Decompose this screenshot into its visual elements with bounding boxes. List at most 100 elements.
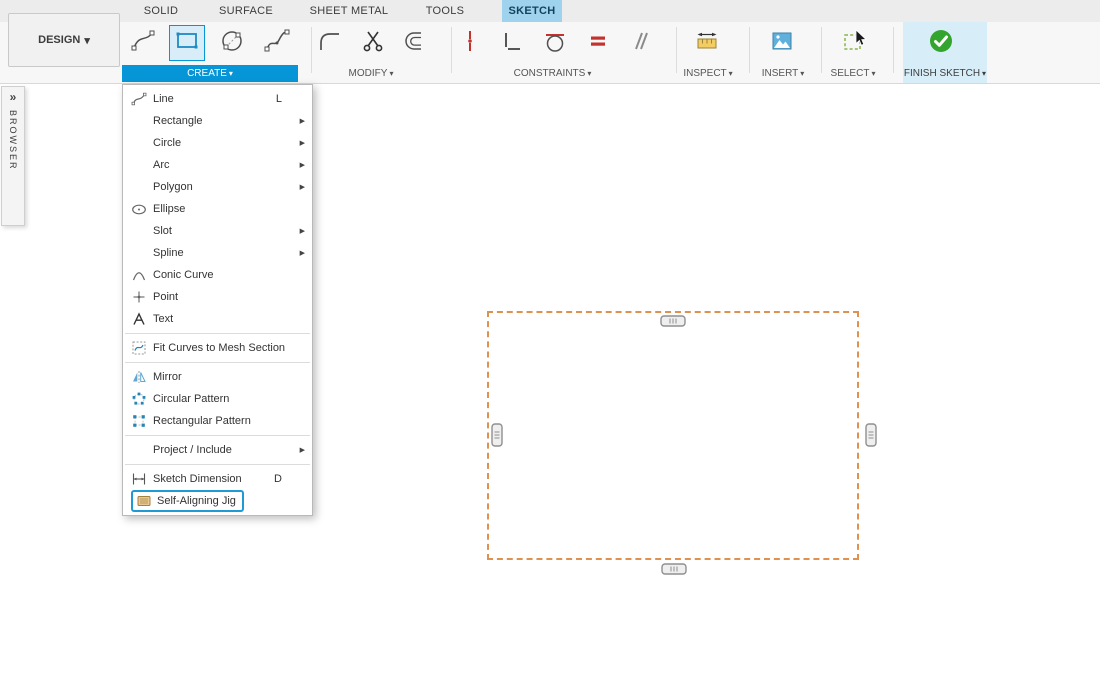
- finish-sketch-dropdown[interactable]: FINISH SKETCH▾: [899, 65, 991, 82]
- expand-panel-icon[interactable]: »: [10, 90, 17, 104]
- text-icon: [130, 311, 148, 327]
- menu-item-rectangle[interactable]: Rectangle ▶: [123, 110, 312, 132]
- tangent-constraint-button[interactable]: [537, 25, 573, 61]
- menu-item-arc[interactable]: Arc ▶: [123, 154, 312, 176]
- menu-item-project-include[interactable]: Project / Include ▶: [123, 439, 312, 461]
- tab-tools[interactable]: TOOLS: [412, 0, 478, 22]
- finish-sketch-button[interactable]: [923, 25, 959, 61]
- offset-tool-button[interactable]: [398, 25, 434, 61]
- circle-tool-button[interactable]: [214, 25, 250, 61]
- select-dropdown[interactable]: SELECT▾: [818, 65, 888, 82]
- image-icon: [769, 28, 795, 59]
- workspace-tabbar: SOLID SURFACE SHEET METAL TOOLS SKETCH: [0, 0, 1100, 22]
- caret-down-icon: ▾: [800, 69, 804, 78]
- insert-canvas-button[interactable]: [764, 25, 800, 61]
- jig-handle-left[interactable]: [491, 423, 503, 447]
- menu-item-ellipse[interactable]: Ellipse: [123, 198, 312, 220]
- menu-item-text[interactable]: Text: [123, 308, 312, 330]
- coincident-constraint-button[interactable]: [452, 25, 488, 61]
- jig-handle-bottom[interactable]: [661, 563, 687, 575]
- menu-item-conic-curve[interactable]: Conic Curve: [123, 264, 312, 286]
- submenu-arrow-icon: ▶: [300, 161, 305, 169]
- menu-item-line[interactable]: Line L: [123, 88, 312, 110]
- insert-label: INSERT: [762, 68, 799, 79]
- parallel-constraint-button[interactable]: [622, 25, 658, 61]
- create-dropdown[interactable]: CREATE▾: [122, 65, 298, 82]
- menu-item-label: Arc: [153, 159, 170, 171]
- line-icon: [130, 91, 148, 107]
- constraints-dropdown[interactable]: CONSTRAINTS▾: [470, 65, 635, 82]
- browser-panel-collapsed[interactable]: » BROWSER: [1, 86, 25, 226]
- design-workspace-button[interactable]: DESIGN ▾: [8, 13, 120, 67]
- horizontal-vertical-constraint-button[interactable]: [494, 25, 530, 61]
- equal-icon: [585, 28, 611, 59]
- sketch-selection-rectangle[interactable]: [487, 311, 859, 560]
- tab-solid[interactable]: SOLID: [130, 0, 192, 22]
- select-label: SELECT: [831, 68, 870, 79]
- menu-item-label: Spline: [153, 247, 184, 259]
- create-label: CREATE: [187, 68, 227, 79]
- finish-sketch-label: FINISH SKETCH: [904, 68, 980, 79]
- menu-item-self-aligning-jig[interactable]: Self-Aligning Jig: [123, 490, 312, 512]
- caret-down-icon: ▾: [729, 69, 733, 78]
- menu-item-fit-curves-to-mesh-section[interactable]: Fit Curves to Mesh Section: [123, 337, 312, 359]
- shortcut-label: L: [276, 93, 282, 105]
- empty-icon-space: [130, 223, 148, 239]
- menu-item-label: Circle: [153, 137, 181, 149]
- modify-label: MODIFY: [349, 68, 388, 79]
- modify-dropdown[interactable]: MODIFY▾: [316, 65, 426, 82]
- measure-tool-button[interactable]: [689, 25, 725, 61]
- menu-item-label: Point: [153, 291, 178, 303]
- menu-item-circular-pattern[interactable]: Circular Pattern: [123, 388, 312, 410]
- menu-item-label: Rectangle: [153, 115, 203, 127]
- browser-label: BROWSER: [8, 110, 18, 171]
- caret-down-icon: ▾: [871, 69, 875, 78]
- menu-item-spline[interactable]: Spline ▶: [123, 242, 312, 264]
- menu-item-polygon[interactable]: Polygon ▶: [123, 176, 312, 198]
- parallel-icon: [627, 28, 653, 59]
- tab-surface[interactable]: SURFACE: [208, 0, 284, 22]
- fillet-icon: [317, 28, 343, 59]
- menu-item-label: Project / Include: [153, 444, 232, 456]
- menu-item-label: Sketch Dimension: [153, 473, 242, 485]
- menu-separator: [125, 435, 310, 436]
- menu-separator: [125, 464, 310, 465]
- selected-item-highlight: Self-Aligning Jig: [131, 490, 244, 512]
- menu-item-label: Self-Aligning Jig: [157, 495, 236, 507]
- menu-item-circle[interactable]: Circle ▶: [123, 132, 312, 154]
- design-label: DESIGN: [38, 34, 80, 46]
- circle-tool-icon: [219, 28, 245, 59]
- horizontal-vertical-icon: [499, 28, 525, 59]
- empty-icon-space: [130, 442, 148, 458]
- scissors-icon: [361, 28, 387, 59]
- fit-curves-icon: [130, 340, 148, 356]
- inspect-dropdown[interactable]: INSPECT▾: [672, 65, 744, 82]
- tab-sheet-metal[interactable]: SHEET METAL: [296, 0, 402, 22]
- jig-handle-right[interactable]: [865, 423, 877, 447]
- select-tool-button[interactable]: [837, 25, 873, 61]
- tab-sketch[interactable]: SKETCH: [502, 0, 562, 22]
- line-tool-button[interactable]: [125, 25, 161, 61]
- menu-item-label: Polygon: [153, 181, 193, 193]
- menu-item-sketch-dimension[interactable]: Sketch Dimension D: [123, 468, 312, 490]
- jig-handle-top[interactable]: [660, 315, 686, 327]
- menu-item-mirror[interactable]: Mirror: [123, 366, 312, 388]
- circular-pattern-icon: [130, 391, 148, 407]
- submenu-arrow-icon: ▶: [300, 117, 305, 125]
- spline-tool-button[interactable]: [259, 25, 295, 61]
- self-aligning-jig-icon: [135, 493, 153, 509]
- caret-down-icon: ▾: [982, 69, 986, 78]
- rectangle-tool-button[interactable]: [169, 25, 205, 61]
- equal-constraint-button[interactable]: [580, 25, 616, 61]
- dimension-icon: [130, 471, 148, 487]
- insert-dropdown[interactable]: INSERT▾: [748, 65, 818, 82]
- trim-tool-button[interactable]: [356, 25, 392, 61]
- menu-separator: [125, 362, 310, 363]
- fillet-tool-button[interactable]: [312, 25, 348, 61]
- submenu-arrow-icon: ▶: [300, 183, 305, 191]
- empty-icon-space: [130, 113, 148, 129]
- menu-item-slot[interactable]: Slot ▶: [123, 220, 312, 242]
- menu-item-rectangular-pattern[interactable]: Rectangular Pattern: [123, 410, 312, 432]
- menu-item-point[interactable]: Point: [123, 286, 312, 308]
- conic-curve-icon: [130, 267, 148, 283]
